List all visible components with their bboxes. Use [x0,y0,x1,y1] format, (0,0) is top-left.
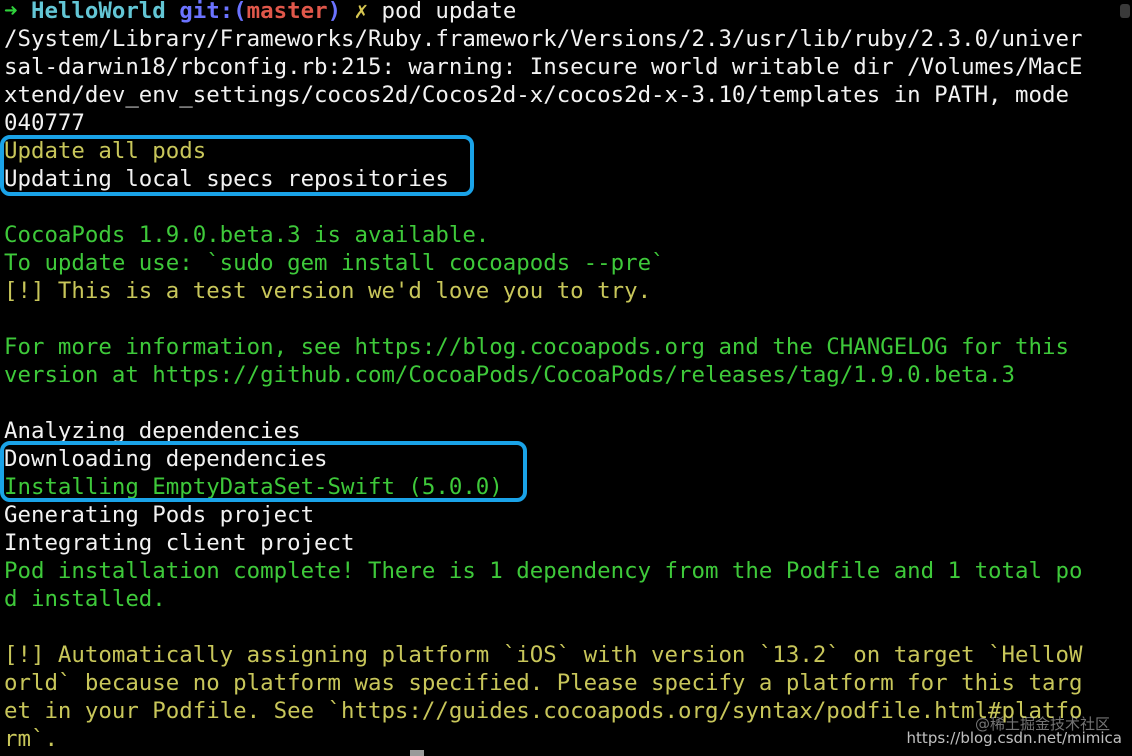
output-line: [!] Automatically assigning platform `iO… [4,642,1083,668]
output-line: orld` because no platform was specified.… [4,670,1083,696]
output-line: rm`. [4,726,58,752]
output-line: CocoaPods 1.9.0.beta.3 is available. [4,222,490,248]
output-line: Pod installation complete! There is 1 de… [4,558,1083,584]
output-line: For more information, see https://blog.c… [4,334,1069,360]
git-branch: master [246,0,328,24]
output-line: et in your Podfile. See `https://guides.… [4,698,1083,724]
output-line: 040777 [4,110,85,136]
output-line: xtend/dev_env_settings/cocos2d/Cocos2d-x… [4,82,1069,108]
terminal-window[interactable]: ➜ HelloWorld git:(master) ✗ pod update /… [0,0,1132,756]
highlight-box-update-pods [0,135,474,196]
dirty-mark-icon: ✗ [354,0,369,24]
output-line: Generating Pods project [4,502,315,528]
output-line: [!] This is a test version we'd love you… [4,278,652,304]
highlight-box-downloading [0,441,527,502]
output-line: d installed. [4,586,166,612]
prompt-arrow-icon: ➜ [4,0,18,24]
command-text: pod update [381,0,517,24]
git-suffix: ) [327,0,342,24]
prompt-line: ➜ HelloWorld git:(master) ✗ pod update [4,0,516,25]
output-line: To update use: `sudo gem install cocoapo… [4,250,665,276]
scrollbar[interactable] [1120,4,1130,18]
output-line: Integrating client project [4,530,355,556]
output-line: version at https://github.com/CocoaPods/… [4,362,1016,388]
prompt-directory: HelloWorld [30,0,166,24]
terminal-cursor [410,750,424,756]
output-line: sal-darwin18/rbconfig.rb:215: warning: I… [4,54,1083,80]
output-line: /System/Library/Frameworks/Ruby.framewor… [4,26,1083,52]
git-prefix: git:( [179,0,247,24]
watermark-url: https://blog.csdn.net/mimica [906,729,1122,747]
